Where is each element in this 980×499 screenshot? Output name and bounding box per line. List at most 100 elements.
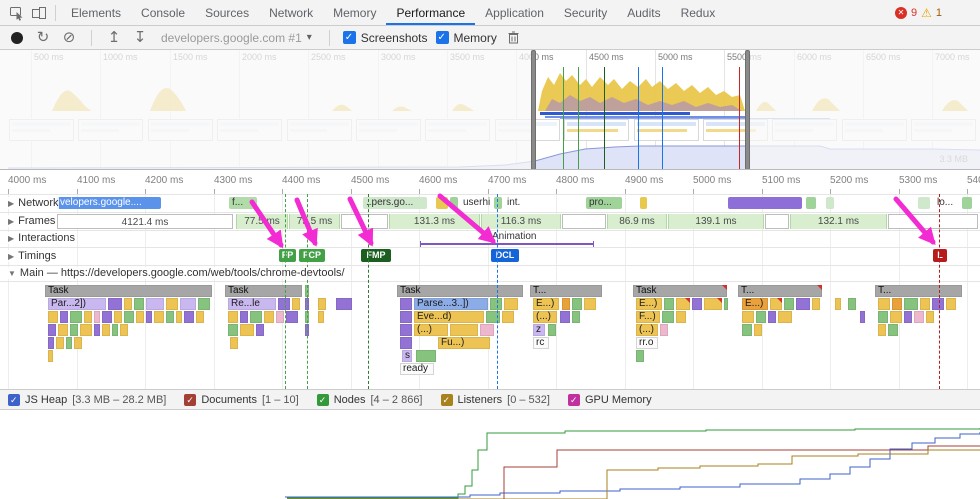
flame-event[interactable] bbox=[48, 337, 54, 349]
flame-event[interactable] bbox=[692, 298, 702, 310]
flame-event[interactable]: (...) bbox=[636, 324, 658, 336]
timing-marker-fp[interactable]: FP bbox=[279, 249, 296, 262]
flame-event[interactable] bbox=[548, 324, 556, 336]
flame-event[interactable] bbox=[176, 311, 182, 323]
timings-track-label[interactable]: Timings bbox=[8, 250, 57, 262]
flame-event[interactable] bbox=[48, 350, 53, 362]
flame-event[interactable] bbox=[756, 311, 766, 323]
flame-event[interactable] bbox=[768, 311, 776, 323]
network-request-bar[interactable] bbox=[826, 197, 834, 209]
network-request-bar[interactable] bbox=[436, 197, 448, 209]
flame-event[interactable] bbox=[80, 324, 92, 336]
frames-track-label[interactable]: Frames bbox=[8, 215, 56, 227]
flame-event[interactable] bbox=[860, 311, 865, 323]
flame-event[interactable] bbox=[932, 298, 944, 310]
flame-event[interactable] bbox=[890, 311, 902, 323]
flame-event[interactable] bbox=[400, 298, 412, 310]
frame-bar[interactable]: 116.3 ms bbox=[481, 214, 561, 229]
tab-performance[interactable]: Performance bbox=[386, 0, 475, 25]
flame-event[interactable] bbox=[228, 324, 238, 336]
screenshots-checkbox[interactable]: Screenshots bbox=[342, 31, 428, 45]
network-track-label[interactable]: Network bbox=[8, 197, 59, 209]
flame-event[interactable] bbox=[70, 311, 82, 323]
flame-event[interactable] bbox=[878, 324, 886, 336]
network-request-bar[interactable] bbox=[450, 197, 458, 209]
flame-event[interactable]: Eve...d) bbox=[414, 311, 484, 323]
device-toolbar-icon[interactable] bbox=[28, 3, 50, 23]
flame-event[interactable] bbox=[48, 311, 58, 323]
flame-event[interactable]: (...) bbox=[414, 324, 448, 336]
flame-event[interactable] bbox=[134, 298, 144, 310]
timeline-tracks[interactable]: Network Frames Interactions Timings Main… bbox=[0, 170, 980, 389]
flame-event[interactable] bbox=[124, 298, 132, 310]
flame-event[interactable] bbox=[278, 298, 290, 310]
flame-event[interactable] bbox=[660, 324, 668, 336]
flame-event[interactable]: Task bbox=[45, 285, 212, 297]
flame-event[interactable] bbox=[878, 298, 890, 310]
flame-event[interactable] bbox=[48, 324, 56, 336]
flame-event[interactable] bbox=[926, 311, 934, 323]
flame-event[interactable] bbox=[904, 298, 918, 310]
flame-event[interactable] bbox=[166, 298, 178, 310]
tab-network[interactable]: Network bbox=[259, 0, 323, 25]
counter-toggle-listeners[interactable]: Listeners [0 – 532] bbox=[440, 393, 550, 406]
flame-event[interactable] bbox=[230, 337, 238, 349]
interactions-track-label[interactable]: Interactions bbox=[8, 232, 76, 244]
flame-event[interactable] bbox=[572, 311, 580, 323]
timing-marker-dcl[interactable]: DCL bbox=[491, 249, 519, 262]
flame-event[interactable] bbox=[920, 298, 930, 310]
flame-event[interactable]: Re...le bbox=[228, 298, 276, 310]
flame-event[interactable] bbox=[778, 311, 792, 323]
network-request-bar[interactable]: f... bbox=[229, 197, 257, 209]
garbage-collect-button[interactable] bbox=[505, 29, 523, 47]
tab-elements[interactable]: Elements bbox=[61, 0, 131, 25]
network-request-bar[interactable] bbox=[806, 197, 816, 209]
inspect-element-icon[interactable] bbox=[6, 3, 28, 23]
reload-and-record-button[interactable]: ↻ bbox=[34, 29, 52, 47]
flame-event[interactable] bbox=[784, 298, 794, 310]
flame-event[interactable] bbox=[662, 311, 674, 323]
flame-event[interactable]: T... bbox=[738, 285, 822, 297]
network-request-bar[interactable] bbox=[918, 197, 930, 209]
record-button[interactable] bbox=[8, 29, 26, 47]
target-select[interactable]: developers.google.com #1 ▾ bbox=[157, 31, 316, 45]
counters-chart[interactable] bbox=[0, 410, 980, 499]
frame-bar[interactable] bbox=[765, 214, 789, 229]
flame-event[interactable] bbox=[400, 311, 412, 323]
flame-event[interactable] bbox=[318, 298, 326, 310]
flame-event[interactable]: Task bbox=[397, 285, 523, 297]
flame-event[interactable] bbox=[102, 311, 112, 323]
flame-event[interactable]: rr.o bbox=[636, 337, 658, 349]
counter-toggle-gpu-memory[interactable]: GPU Memory bbox=[567, 393, 652, 406]
flame-event[interactable] bbox=[400, 324, 412, 336]
flame-event[interactable] bbox=[560, 311, 570, 323]
network-request-bar[interactable] bbox=[728, 197, 802, 209]
flame-event[interactable] bbox=[154, 311, 164, 323]
tab-redux[interactable]: Redux bbox=[671, 0, 726, 25]
flame-event[interactable] bbox=[198, 298, 210, 310]
animation-annotation[interactable]: Animation bbox=[492, 231, 536, 242]
flame-event[interactable]: Fu...) bbox=[438, 337, 490, 349]
flame-event[interactable]: Task bbox=[633, 285, 727, 297]
flame-event[interactable] bbox=[180, 298, 196, 310]
timeline-overview[interactable]: 500 ms1000 ms1500 ms2000 ms2500 ms3000 m… bbox=[0, 50, 980, 170]
frame-bar[interactable] bbox=[562, 214, 606, 229]
flame-event[interactable] bbox=[60, 311, 68, 323]
flame-event[interactable] bbox=[124, 311, 134, 323]
flame-chart[interactable]: Task Task Task T... Task T... T... Par...2]) Re.… bbox=[0, 281, 980, 389]
flame-event[interactable]: (...) bbox=[533, 311, 557, 323]
flame-event[interactable] bbox=[742, 311, 754, 323]
tab-sources[interactable]: Sources bbox=[195, 0, 259, 25]
flame-event[interactable] bbox=[196, 311, 204, 323]
flame-event[interactable] bbox=[120, 324, 128, 336]
flame-event[interactable] bbox=[636, 350, 644, 362]
network-request-bar[interactable]: lo... bbox=[934, 197, 958, 209]
flame-event[interactable] bbox=[888, 324, 898, 336]
flame-event[interactable] bbox=[914, 311, 924, 323]
flame-event[interactable] bbox=[240, 324, 254, 336]
flame-event[interactable] bbox=[848, 298, 856, 310]
network-request-bar[interactable]: int. bbox=[504, 197, 528, 209]
flame-event[interactable] bbox=[724, 298, 728, 310]
flame-event[interactable] bbox=[584, 298, 596, 310]
flame-event[interactable]: Task bbox=[225, 285, 302, 297]
